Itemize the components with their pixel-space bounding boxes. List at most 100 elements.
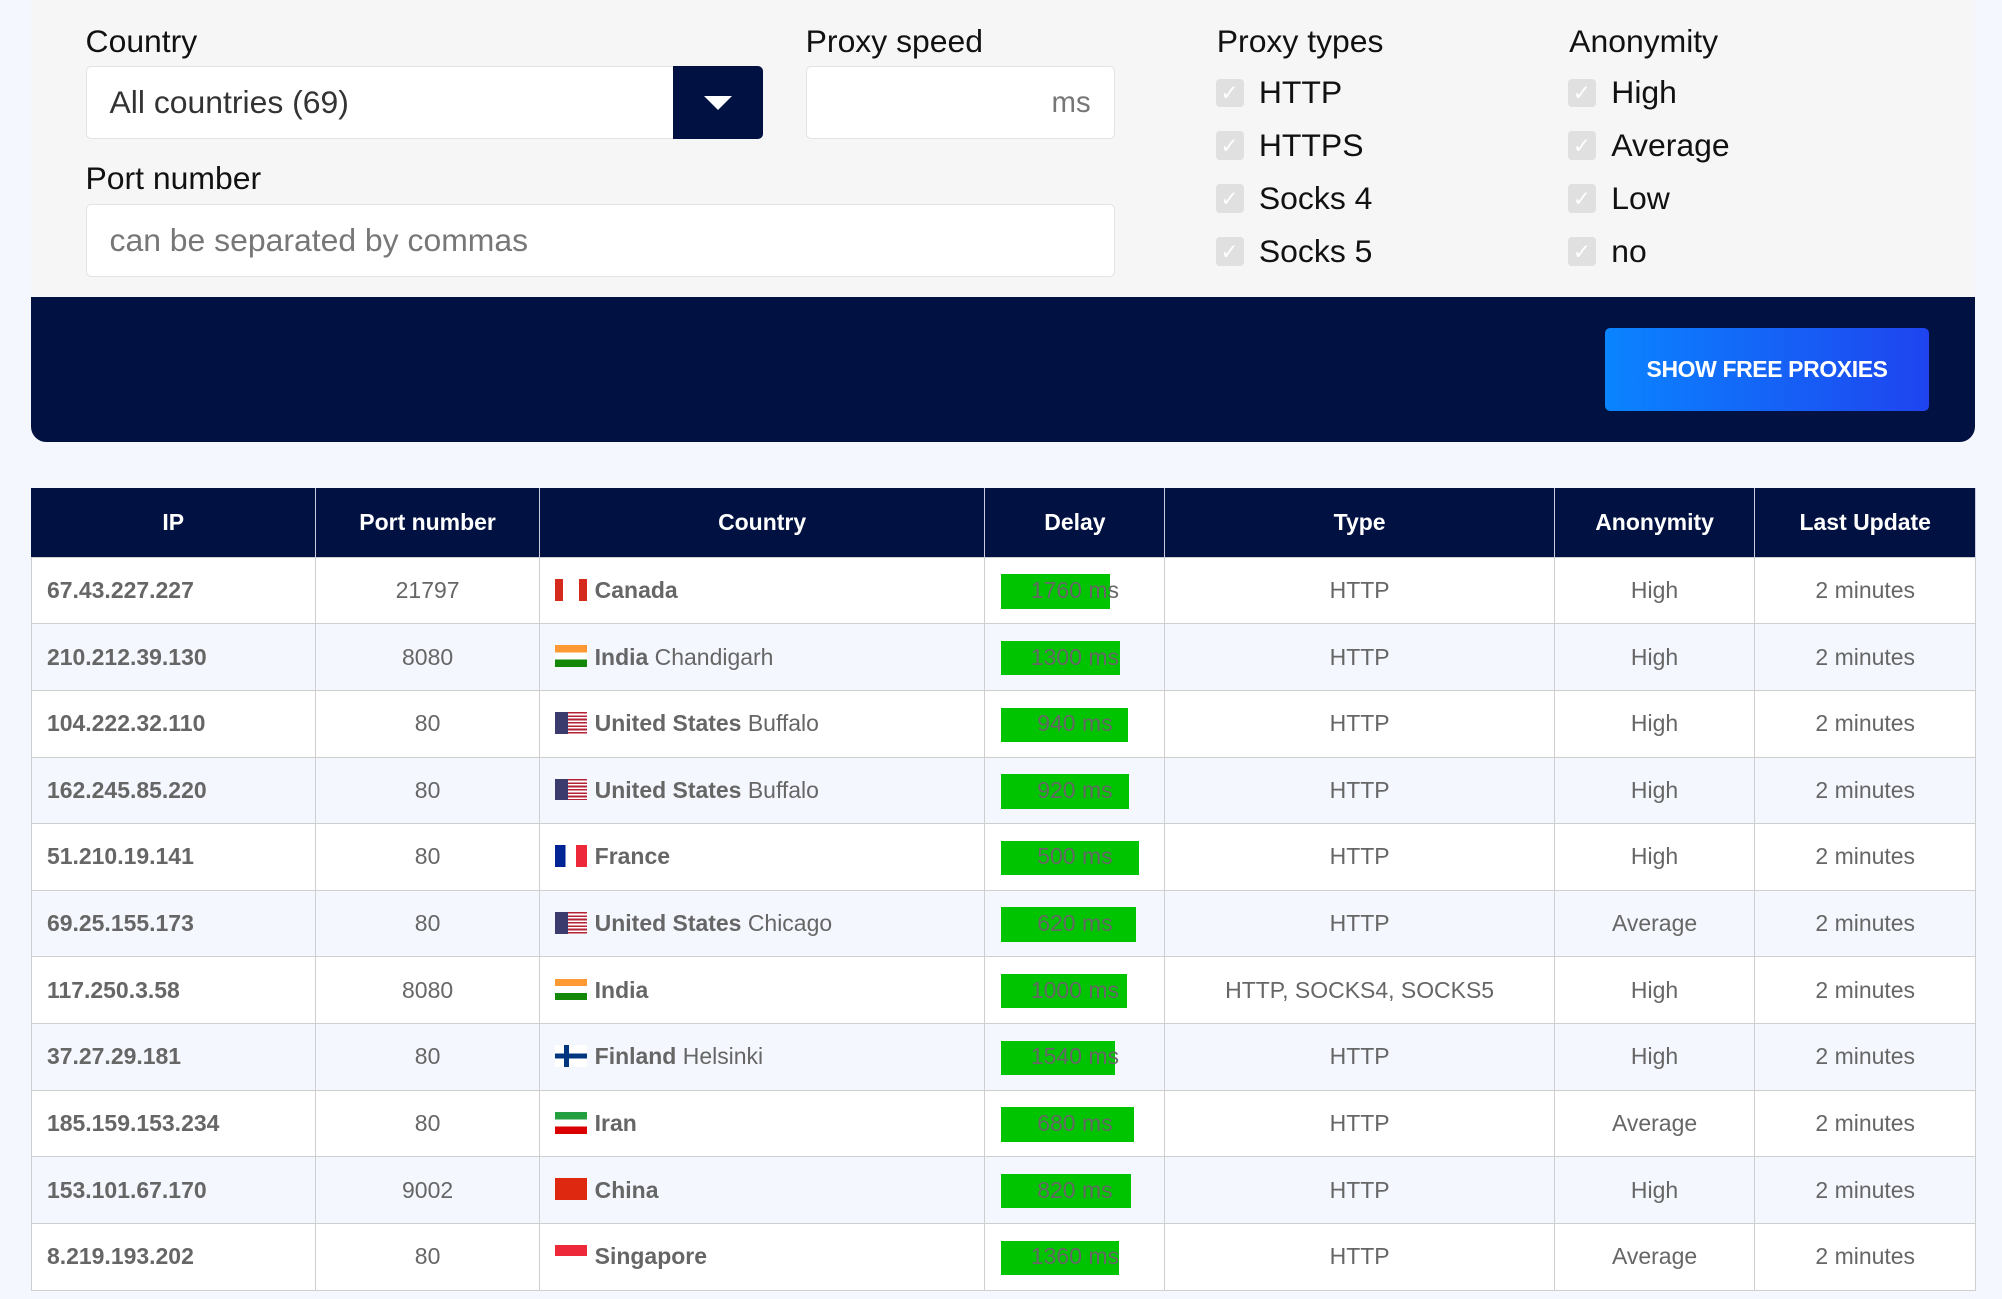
- ip-cell: 104.222.32.110: [30, 689, 317, 758]
- checkbox-type-socks-5[interactable]: ✓ Socks 5: [1215, 233, 1372, 270]
- port-cell: 80: [315, 1222, 540, 1291]
- checkbox-type-http[interactable]: ✓ HTTP: [1215, 74, 1343, 111]
- checkbox-label: Low: [1611, 180, 1670, 217]
- checkbox-check-icon[interactable]: ✓: [1567, 131, 1596, 160]
- column-header[interactable]: Delay: [984, 487, 1166, 558]
- type-cell: HTTP, SOCKS4, SOCKS5: [1164, 956, 1555, 1025]
- column-header[interactable]: Country: [539, 487, 986, 558]
- checkbox-label: High: [1611, 74, 1677, 111]
- show-free-proxies-button[interactable]: SHOW FREE PROXIES: [1604, 328, 1930, 412]
- checkbox-check-icon[interactable]: ✓: [1215, 131, 1244, 160]
- table-row[interactable]: 153.101.67.170 9002 China 820 ms HTTP High 2 m…: [30, 1156, 1977, 1224]
- table-row[interactable]: 185.159.153.234 80 Iran 680 ms HTTP Average 2 …: [30, 1089, 1977, 1158]
- country-select[interactable]: All countries (69): [85, 66, 763, 140]
- type-cell: HTTP: [1164, 689, 1555, 758]
- last-update-cell: 2 minutes: [1754, 556, 1977, 625]
- column-header[interactable]: Port number: [315, 487, 540, 558]
- flag-sg-icon: [555, 1245, 588, 1267]
- flag-fr-icon: [555, 845, 588, 868]
- port-cell: 80: [315, 1089, 540, 1158]
- checkbox-check-icon[interactable]: ✓: [1215, 78, 1244, 107]
- port-placeholder: can be separated by commas: [109, 222, 529, 259]
- flag-in-icon: [555, 645, 588, 668]
- ip-cell: 162.245.85.220: [30, 756, 317, 825]
- proxy-table: IP Port number Country Delay Type Anonymity La…: [30, 487, 1977, 1291]
- country-dropdown-button[interactable]: [673, 66, 763, 140]
- checkbox-check-icon[interactable]: ✓: [1215, 237, 1244, 266]
- port-number-input[interactable]: can be separated by commas: [85, 204, 1115, 278]
- type-cell: HTTP: [1164, 1089, 1555, 1158]
- ip-cell: 8.219.193.202: [30, 1222, 317, 1291]
- proxy-speed-input[interactable]: ms: [805, 66, 1115, 140]
- table-row[interactable]: 51.210.19.141 80 France 500 ms HTTP High 2 min…: [30, 823, 1977, 891]
- delay-text: 820 ms: [1037, 1176, 1113, 1203]
- country-name: France: [594, 843, 670, 870]
- table-row[interactable]: 117.250.3.58 8080 India 1000 ms HTTP, SOCKS4…: [30, 956, 1977, 1025]
- anonymity-cell: High: [1553, 623, 1756, 691]
- table-row[interactable]: 37.27.29.181 80 Finland Helsinki 1540 ms HTT…: [30, 1023, 1977, 1091]
- ip-cell: 153.101.67.170: [30, 1156, 317, 1224]
- type-cell: HTTP: [1164, 889, 1555, 958]
- checkbox-anon-low[interactable]: ✓ Low: [1567, 180, 1670, 217]
- type-cell: HTTP: [1164, 556, 1555, 625]
- last-update-cell: 2 minutes: [1754, 1156, 1977, 1224]
- anonymity-cell: Average: [1553, 1222, 1756, 1291]
- country-cell: India Chandigarh: [538, 623, 986, 691]
- checkbox-check-icon[interactable]: ✓: [1567, 184, 1596, 213]
- table-row[interactable]: 104.222.32.110 80 United States Buffalo 940…: [30, 689, 1977, 758]
- last-update-cell: 2 minutes: [1754, 889, 1977, 958]
- checkbox-anon-high[interactable]: ✓ High: [1567, 74, 1677, 111]
- action-bar: SHOW FREE PROXIES: [30, 297, 1976, 442]
- country-name: China: [594, 1176, 659, 1203]
- table-row[interactable]: 69.25.155.173 80 United States Chicago 620 …: [30, 889, 1977, 958]
- column-header[interactable]: Type: [1164, 487, 1555, 558]
- table-row[interactable]: 210.212.39.130 8080 India Chandigarh 1300 m…: [30, 623, 1977, 691]
- country-name: Finland: [594, 1043, 677, 1070]
- delay-text: 940 ms: [1037, 710, 1113, 737]
- flag-us-icon: [555, 778, 588, 801]
- country-cell: France: [538, 823, 986, 891]
- checkbox-label: no: [1611, 233, 1647, 270]
- country-name: Iran: [594, 1109, 637, 1136]
- delay-cell: 500 ms: [984, 823, 1166, 891]
- delay-text: 500 ms: [1037, 843, 1113, 870]
- port-cell: 80: [315, 756, 540, 825]
- checkbox-check-icon[interactable]: ✓: [1567, 237, 1596, 266]
- checkbox-label: Average: [1611, 127, 1730, 164]
- anonymity-cell: High: [1553, 823, 1756, 891]
- checkbox-type-https[interactable]: ✓ HTTPS: [1215, 127, 1363, 164]
- city-name: Chicago: [747, 910, 833, 937]
- anonymity-cell: High: [1553, 1023, 1756, 1091]
- checkbox-type-socks-4[interactable]: ✓ Socks 4: [1215, 180, 1372, 217]
- flag-ir-icon: [555, 1111, 588, 1134]
- delay-text: 1760 ms: [1030, 576, 1119, 603]
- table-row[interactable]: 8.219.193.202 80 Singapore 1360 ms HTTP Avera…: [30, 1222, 1977, 1291]
- city-name: Chandigarh: [654, 643, 774, 670]
- anonymity-cell: High: [1553, 756, 1756, 825]
- ip-cell: 67.43.227.227: [30, 556, 317, 625]
- table-row[interactable]: 162.245.85.220 80 United States Buffalo 920…: [30, 756, 1977, 825]
- last-update-cell: 2 minutes: [1754, 1089, 1977, 1158]
- checkbox-anon-no[interactable]: ✓ no: [1567, 233, 1647, 270]
- speed-unit: ms: [1051, 85, 1091, 119]
- checkbox-anon-average[interactable]: ✓ Average: [1567, 127, 1730, 164]
- port-cell: 80: [315, 689, 540, 758]
- delay-text: 680 ms: [1037, 1109, 1113, 1136]
- delay-text: 1540 ms: [1030, 1043, 1119, 1070]
- checkbox-label: HTTP: [1258, 74, 1343, 111]
- checkbox-check-icon[interactable]: ✓: [1567, 78, 1596, 107]
- country-cell: Canada: [538, 556, 986, 625]
- type-cell: HTTP: [1164, 623, 1555, 691]
- country-cell: Iran: [538, 1089, 986, 1158]
- column-header[interactable]: Anonymity: [1554, 487, 1756, 558]
- column-header[interactable]: Last Update: [1754, 487, 1977, 558]
- delay-cell: 1540 ms: [984, 1023, 1166, 1091]
- column-header[interactable]: IP: [31, 487, 317, 558]
- checkbox-check-icon[interactable]: ✓: [1215, 184, 1244, 213]
- anonymity-label: Anonymity: [1569, 22, 1719, 59]
- table-row[interactable]: 67.43.227.227 21797 Canada 1760 ms HTTP High 2…: [30, 556, 1977, 625]
- proxy-types-label: Proxy types: [1216, 22, 1384, 59]
- flag-ca-icon: [555, 578, 588, 601]
- delay-cell: 680 ms: [984, 1089, 1166, 1158]
- country-label: Country: [85, 22, 198, 59]
